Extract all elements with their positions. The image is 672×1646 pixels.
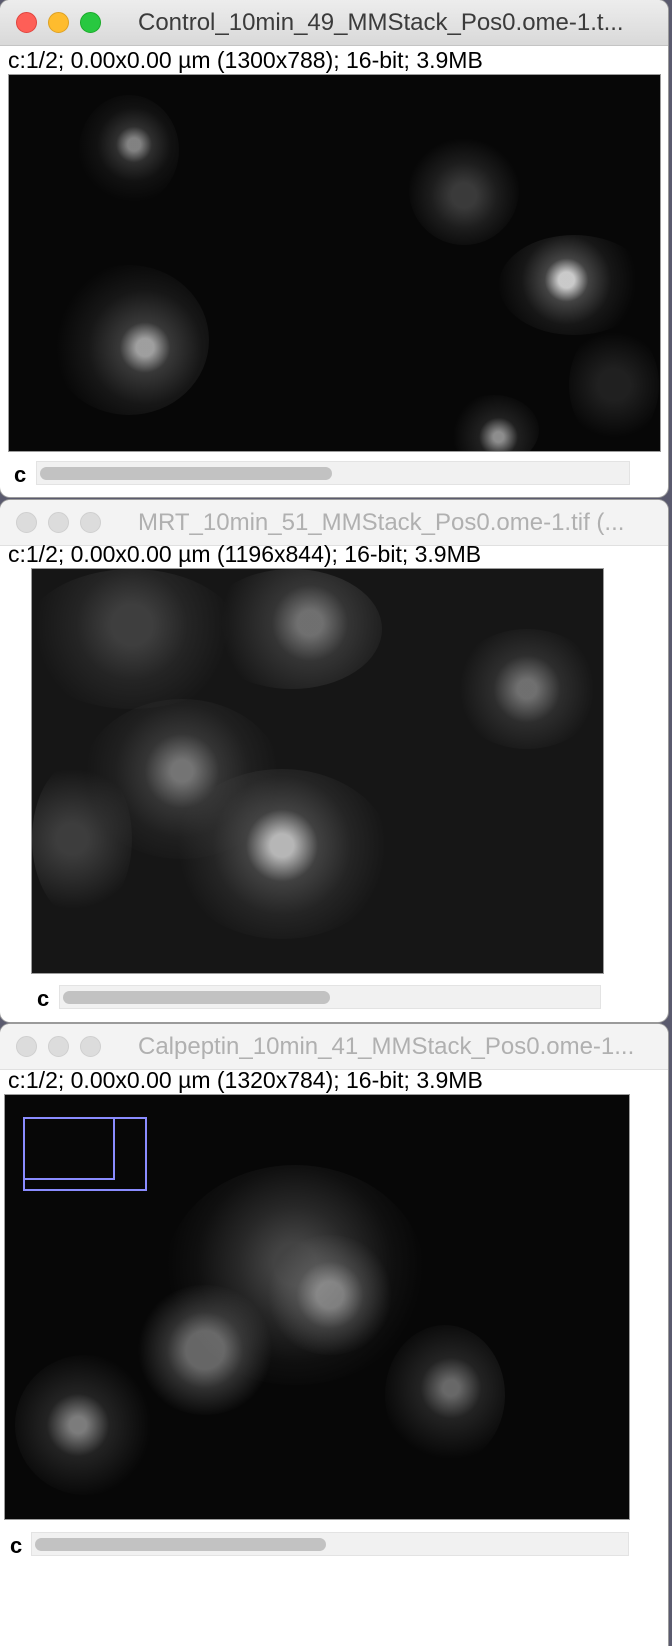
cell-image <box>15 1355 155 1495</box>
image-info: c:1/2; 0.00x0.00 µm (1196x844); 16-bit; … <box>8 541 482 567</box>
channel-label: c <box>14 462 27 487</box>
minimize-window-icon[interactable] <box>48 1036 69 1057</box>
window-title: MRT_10min_51_MMStack_Pos0.ome-1.tif (... <box>138 509 625 536</box>
image-window-mrt[interactable]: MRT_10min_51_MMStack_Pos0.ome-1.tif (...… <box>0 500 668 1022</box>
window-title: Calpeptin_10min_41_MMStack_Pos0.ome-1... <box>138 1033 635 1060</box>
cell-image <box>172 769 392 939</box>
title-bar[interactable]: Control_10min_49_MMStack_Pos0.ome-1.t... <box>0 0 668 46</box>
cell-image <box>49 265 209 415</box>
cell-image <box>202 569 382 689</box>
channel-slider-thumb[interactable] <box>63 991 330 1004</box>
cell-image <box>449 395 539 451</box>
zoom-window-icon[interactable] <box>80 12 101 33</box>
cell-image <box>385 1325 505 1465</box>
image-canvas[interactable] <box>4 1094 630 1520</box>
cell-image <box>569 325 659 445</box>
image-canvas[interactable] <box>8 74 661 452</box>
cell-image <box>79 95 179 205</box>
channel-slider-thumb[interactable] <box>35 1538 326 1551</box>
cell-image <box>135 1285 275 1415</box>
window-title: Control_10min_49_MMStack_Pos0.ome-1.t... <box>138 9 624 36</box>
close-window-icon[interactable] <box>16 512 37 533</box>
close-window-icon[interactable] <box>16 1036 37 1057</box>
image-canvas[interactable] <box>31 568 604 974</box>
cell-image <box>499 235 649 335</box>
cell-image <box>32 759 132 919</box>
close-window-icon[interactable] <box>16 12 37 33</box>
channel-slider-thumb[interactable] <box>40 467 332 480</box>
channel-label: c <box>10 1533 23 1558</box>
channel-label: c <box>37 986 50 1011</box>
cell-image <box>265 1235 395 1355</box>
channel-slider[interactable] <box>59 985 601 1009</box>
zoom-window-icon[interactable] <box>80 512 101 533</box>
channel-slider[interactable] <box>31 1532 629 1556</box>
title-bar[interactable]: Calpeptin_10min_41_MMStack_Pos0.ome-1... <box>0 1024 668 1070</box>
image-info: c:1/2; 0.00x0.00 µm (1300x788); 16-bit; … <box>8 47 483 73</box>
minimize-window-icon[interactable] <box>48 512 69 533</box>
channel-slider[interactable] <box>36 461 630 485</box>
zoom-indicator-inner <box>23 1117 115 1180</box>
cell-image <box>452 629 602 749</box>
image-info: c:1/2; 0.00x0.00 µm (1320x784); 16-bit; … <box>8 1067 483 1093</box>
cell-image <box>409 135 519 245</box>
image-window-calpeptin[interactable]: Calpeptin_10min_41_MMStack_Pos0.ome-1...… <box>0 1024 668 1646</box>
image-window-control[interactable]: Control_10min_49_MMStack_Pos0.ome-1.t...… <box>0 0 668 497</box>
minimize-window-icon[interactable] <box>48 12 69 33</box>
zoom-window-icon[interactable] <box>80 1036 101 1057</box>
title-bar[interactable]: MRT_10min_51_MMStack_Pos0.ome-1.tif (... <box>0 500 668 546</box>
